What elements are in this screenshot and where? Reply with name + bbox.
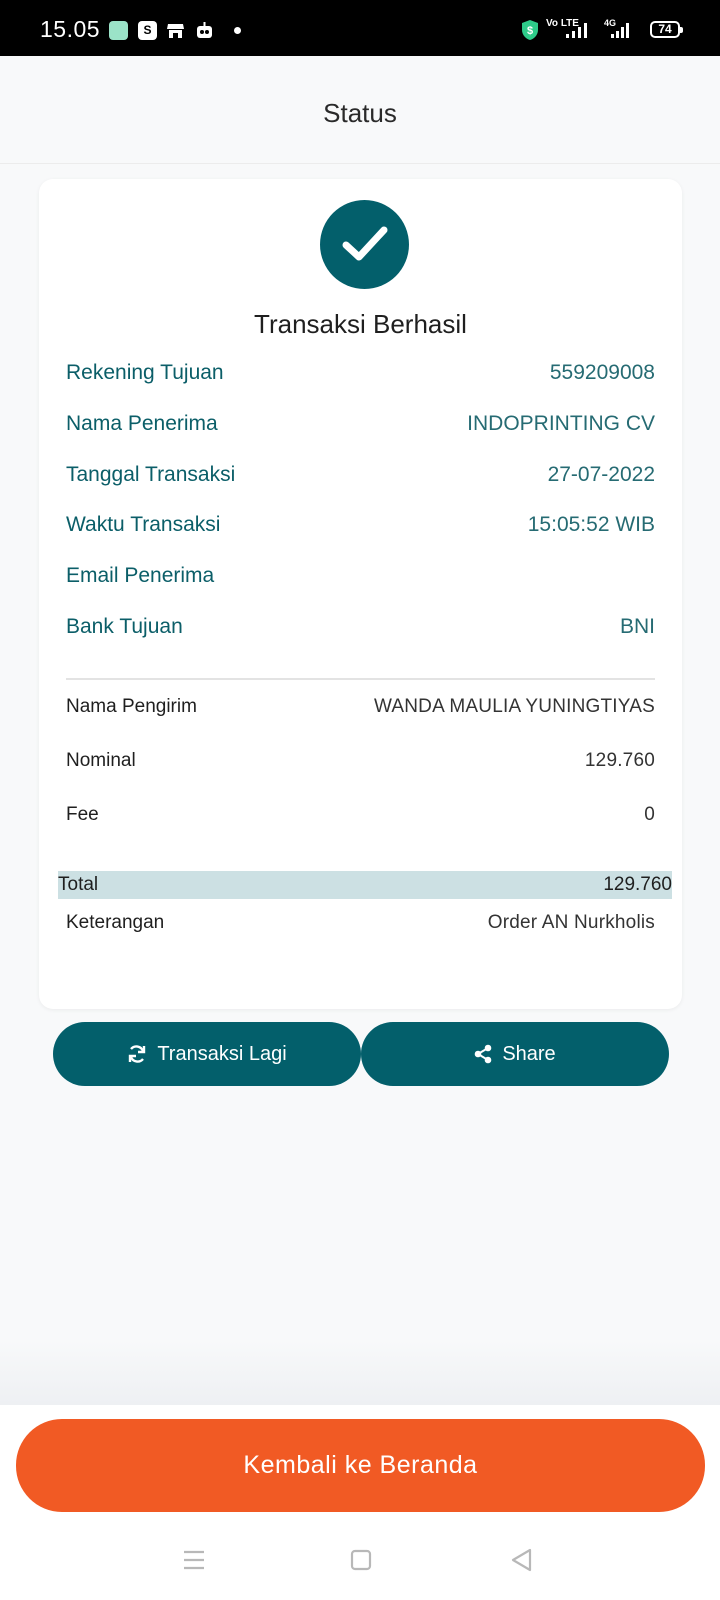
signal-4g-icon [611, 23, 629, 38]
detail-value: 15:05:52 WIB [527, 513, 655, 536]
detail-row-email-penerima: Email Penerima [66, 561, 655, 591]
detail-label: Nama Penerima [66, 412, 218, 435]
signal-icon [566, 23, 587, 38]
detail-value: 0 [644, 804, 655, 825]
share-icon [475, 1044, 492, 1064]
detail-row-bank-tujuan: Bank Tujuan BNI [66, 612, 655, 642]
detail-value: BNI [619, 615, 655, 638]
battery-icon: 74 [650, 21, 683, 38]
detail-label: Nama Pengirim [66, 696, 197, 717]
share-button[interactable]: Share [361, 1022, 669, 1086]
detail-row-waktu-transaksi: Waktu Transaksi 15:05:52 WIB [66, 510, 655, 540]
page-header: Status [0, 56, 720, 164]
total-label: Total [58, 874, 99, 895]
detail-value: 559209008 [549, 361, 655, 384]
store-icon [166, 21, 185, 40]
detail-label: Keterangan [66, 912, 165, 933]
detail-label: Rekening Tujuan [66, 361, 224, 384]
detail-label: Waktu Transaksi [66, 513, 221, 536]
detail-label: Fee [66, 804, 99, 825]
svg-text:$: $ [527, 25, 533, 37]
result-title: Transaksi Berhasil [254, 309, 467, 339]
back-nav-icon[interactable] [510, 1548, 534, 1572]
detail-row-tanggal-transaksi: Tanggal Transaksi 27-07-2022 [66, 460, 655, 490]
status-bar: 15.05 S $ Vo LTE 4G 74 [0, 0, 720, 56]
shield-icon: $ [522, 20, 538, 40]
detail-label: Nominal [66, 750, 136, 771]
success-check-icon [320, 200, 409, 289]
detail-value: INDOPRINTING CV [467, 412, 655, 435]
page-title: Status [323, 98, 397, 128]
detail-row-nama-penerima: Nama Penerima INDOPRINTING CV [66, 409, 655, 439]
repeat-transaction-label: Transaksi Lagi [157, 1042, 287, 1065]
transaction-receipt-card: Transaksi Berhasil Rekening Tujuan 55920… [39, 179, 682, 1009]
detail-row-total: Total 129.760 [58, 871, 672, 899]
menu-nav-icon[interactable] [182, 1548, 206, 1572]
repeat-transaction-button[interactable]: Transaksi Lagi [53, 1022, 361, 1086]
total-value: 129.760 [603, 874, 672, 895]
shopee-icon: S [138, 21, 157, 40]
detail-row-nama-pengirim: Nama Pengirim WANDA MAULIA YUNINGTIYAS [66, 693, 655, 721]
share-label: Share [502, 1042, 556, 1065]
back-to-home-button[interactable]: Kembali ke Beranda [16, 1419, 705, 1512]
refresh-icon [129, 1045, 146, 1063]
notification-dot-icon [234, 27, 241, 34]
home-nav-icon[interactable] [349, 1548, 373, 1572]
bottom-shadow [0, 1340, 720, 1405]
detail-value: WANDA MAULIA YUNINGTIYAS [373, 696, 655, 717]
detail-label: Email Penerima [66, 564, 215, 587]
gallery-icon [109, 21, 128, 40]
status-time: 15.05 [40, 16, 101, 42]
detail-label: Tanggal Transaksi [66, 463, 236, 486]
detail-row-fee: Fee 0 [66, 801, 655, 829]
detail-value: Order AN Nurkholis [487, 912, 655, 933]
detail-value: 27-07-2022 [547, 463, 655, 486]
detail-label: Bank Tujuan [66, 615, 183, 638]
divider [66, 678, 655, 680]
robot-icon [195, 21, 214, 40]
detail-value: 129.760 [584, 750, 655, 771]
detail-row-keterangan: Keterangan Order AN Nurkholis [66, 909, 655, 937]
detail-row-rekening-tujuan: Rekening Tujuan 559209008 [66, 358, 655, 388]
detail-row-nominal: Nominal 129.760 [66, 747, 655, 775]
